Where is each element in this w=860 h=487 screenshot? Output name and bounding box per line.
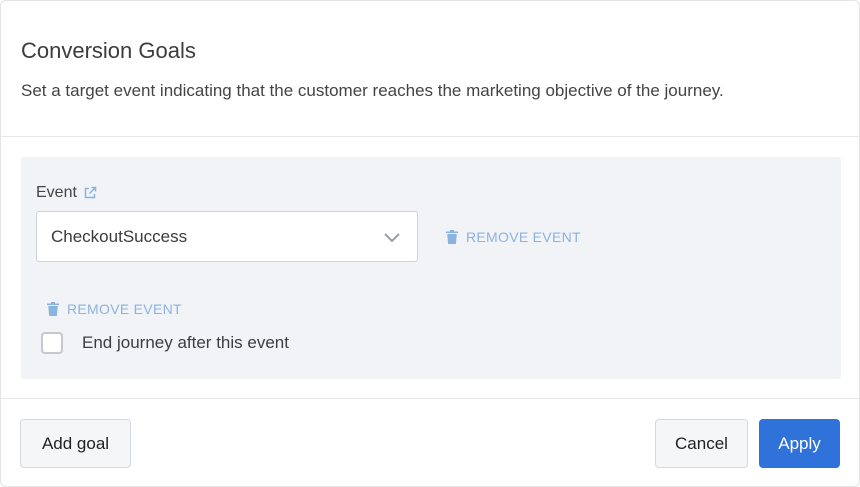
cancel-button[interactable]: Cancel	[655, 419, 748, 468]
remove-event-label: REMOVE EVENT	[466, 229, 581, 245]
end-journey-label: End journey after this event	[82, 333, 289, 352]
chevron-down-icon	[383, 230, 401, 244]
end-journey-option[interactable]: End journey after this event	[41, 332, 289, 354]
dialog-header: Conversion Goals Set a target event indi…	[1, 1, 859, 137]
add-goal-button[interactable]: Add goal	[20, 419, 131, 468]
external-link-icon[interactable]	[83, 186, 97, 200]
event-select[interactable]: CheckoutSuccess	[36, 211, 418, 262]
end-journey-checkbox[interactable]	[41, 332, 63, 354]
trash-icon	[446, 230, 458, 244]
dialog-footer: Add goal Cancel Apply	[1, 398, 859, 486]
conversion-goals-dialog: Conversion Goals Set a target event indi…	[0, 0, 860, 487]
event-field-label: Event	[36, 183, 97, 203]
remove-event-button[interactable]: REMOVE EVENT	[446, 228, 581, 246]
dialog-subtitle: Set a target event indicating that the c…	[21, 81, 724, 100]
apply-button[interactable]: Apply	[759, 419, 840, 468]
remove-event-button-2[interactable]: REMOVE EVENT	[47, 300, 182, 318]
event-select-value: CheckoutSuccess	[51, 226, 188, 246]
trash-icon	[47, 302, 59, 316]
dialog-title: Conversion Goals	[21, 38, 196, 63]
goal-panel: Event CheckoutSuccess REMOVE EVENT REMOV…	[21, 157, 841, 379]
event-label-text: Event	[36, 184, 77, 201]
remove-event-label-2: REMOVE EVENT	[67, 301, 182, 317]
